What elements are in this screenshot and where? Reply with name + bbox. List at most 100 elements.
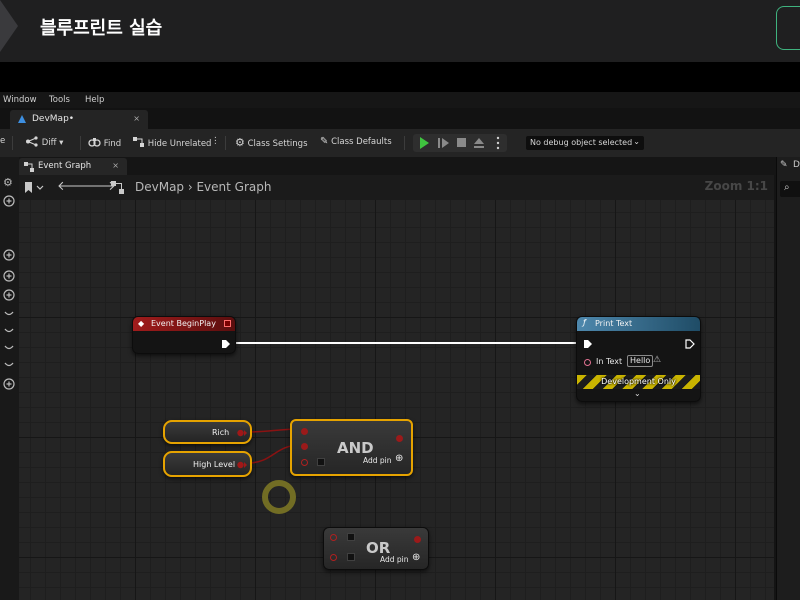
bool-out-pin[interactable]: [237, 461, 247, 469]
add-pin-label: Add pin: [363, 456, 392, 465]
chevron-down-icon: ⌄: [633, 137, 640, 146]
chevron-down-icon[interactable]: [3, 308, 15, 320]
node-header: ◆ Event BeginPlay: [133, 317, 235, 331]
function-icon: ƒ: [583, 318, 586, 327]
find-label: Find: [103, 139, 122, 149]
event-diamond-icon: ◆: [138, 319, 145, 328]
graph-tab-row: Event Graph ×: [0, 157, 800, 175]
event-graph-icon: [24, 162, 34, 172]
menu-help[interactable]: Help: [85, 95, 104, 105]
banner-title: 블루프린트 실습: [40, 18, 163, 39]
in-text-label: In Text: [596, 357, 623, 366]
hide-unrelated-icon: [133, 137, 144, 147]
or-input-checkbox[interactable]: [347, 553, 355, 561]
class-defaults-label: Class Defaults: [331, 137, 392, 147]
menu-bar: Window Tools Help: [0, 92, 800, 108]
node-title: Print Text: [595, 319, 633, 328]
development-only-stripe: Development Only: [577, 375, 700, 389]
tab-close-icon[interactable]: ×: [112, 161, 119, 170]
warning-icon: ⚠: [653, 355, 662, 365]
exec-in-pin[interactable]: [583, 339, 593, 349]
blueprint-toolbar: e Diff ▾ Find Hide Unrelated ⋮ ⚙ Class S…: [0, 129, 800, 157]
rich-variable-node[interactable]: Rich: [163, 420, 252, 444]
tab-close-icon[interactable]: ×: [133, 114, 140, 123]
search-icon: ⌕: [784, 182, 790, 193]
or-input-pin[interactable]: [330, 534, 337, 541]
settings-gear-icon[interactable]: ⚙: [3, 176, 13, 189]
menu-window[interactable]: Window: [3, 95, 37, 105]
more-options-icon[interactable]: ⋮: [211, 136, 220, 146]
debug-object-select[interactable]: No debug object selected ⌄: [526, 136, 644, 150]
variable-label: High Level: [193, 460, 236, 469]
toolbar-divider: [80, 136, 81, 150]
graph-canvas[interactable]: ◆ Event BeginPlay ƒ Print Text In Text H…: [19, 200, 774, 600]
toolbar-divider: [12, 136, 13, 150]
hide-unrelated-button[interactable]: Hide Unrelated: [132, 136, 211, 149]
play-icon[interactable]: [420, 137, 429, 149]
or-output-pin[interactable]: [414, 536, 421, 543]
chevron-down-icon[interactable]: [3, 325, 15, 337]
or-node[interactable]: OR Add pin ⊕: [323, 527, 429, 570]
event-beginplay-node[interactable]: ◆ Event BeginPlay: [132, 316, 236, 354]
details-search-input[interactable]: ⌕: [780, 181, 800, 197]
find-binoculars-icon: [88, 138, 101, 147]
blueprint-icon: [18, 115, 26, 123]
exec-out-pin[interactable]: [221, 339, 231, 349]
class-settings-button[interactable]: ⚙ Class Settings: [235, 136, 308, 149]
menu-tools[interactable]: Tools: [49, 95, 70, 105]
exec-out-pin[interactable]: [685, 339, 695, 349]
diff-icon: [26, 136, 38, 147]
add-pin-icon[interactable]: ⊕: [395, 453, 403, 464]
add-pin-icon[interactable]: ⊕: [412, 552, 420, 563]
add-circle-icon[interactable]: [3, 195, 15, 207]
stop-icon[interactable]: [457, 138, 466, 147]
chevron-down-icon[interactable]: [3, 359, 15, 371]
in-text-pin[interactable]: [584, 359, 591, 366]
node-title: Event BeginPlay: [151, 319, 216, 328]
frame-step-icon[interactable]: [438, 138, 449, 148]
play-options-icon[interactable]: [496, 136, 500, 150]
and-node[interactable]: AND Add pin ⊕: [290, 419, 413, 476]
cursor-highlight-ring: [262, 480, 296, 514]
class-defaults-button[interactable]: ✎ Class Defaults: [320, 136, 392, 147]
and-input-pin[interactable]: [301, 443, 308, 450]
toolbar-divider: [225, 136, 226, 150]
and-label: AND: [337, 439, 374, 457]
and-input-checkbox[interactable]: [317, 458, 325, 466]
details-panel: ✎ D ⌕: [776, 157, 800, 600]
tab-devmap[interactable]: DevMap• ×: [10, 110, 148, 129]
diff-label: Diff: [41, 138, 57, 148]
in-text-value-field[interactable]: Hello: [627, 355, 654, 367]
add-circle-icon[interactable]: [3, 378, 15, 390]
and-input-pin[interactable]: [301, 459, 308, 466]
add-circle-icon[interactable]: [3, 270, 15, 282]
diff-dropdown-icon: ▾: [59, 138, 64, 148]
hide-unrelated-label: Hide Unrelated: [147, 139, 212, 149]
diff-button[interactable]: Diff ▾: [25, 136, 63, 148]
delegate-pin-icon[interactable]: [224, 320, 231, 327]
tab-event-graph[interactable]: Event Graph ×: [19, 158, 127, 175]
eject-icon[interactable]: [474, 138, 484, 148]
banner-button[interactable]: [776, 6, 800, 50]
left-tool-rail: ⚙: [0, 157, 19, 600]
bookmark-icon[interactable]: [23, 181, 55, 195]
class-settings-label: Class Settings: [247, 139, 308, 149]
add-circle-icon[interactable]: [3, 289, 15, 301]
and-output-pin[interactable]: [396, 435, 403, 442]
zoom-level: Zoom 1:1: [704, 179, 768, 193]
find-button[interactable]: Find: [88, 136, 121, 149]
add-circle-icon[interactable]: [3, 249, 15, 261]
and-input-pin[interactable]: [301, 428, 308, 435]
print-text-node[interactable]: ƒ Print Text In Text Hello ⚠ Development…: [576, 316, 701, 402]
or-input-pin[interactable]: [330, 554, 337, 561]
banner-chevron-icon: [0, 0, 18, 52]
graph-header: 🡐 🡒 DevMap › Event Graph Zoom 1:1: [19, 175, 774, 200]
breadcrumb[interactable]: DevMap › Event Graph: [135, 180, 271, 194]
or-input-checkbox[interactable]: [347, 533, 355, 541]
expand-chevron-icon[interactable]: ⌄: [634, 389, 641, 398]
variable-label: Rich: [212, 428, 230, 437]
graph-breadcrumb-icon: [111, 181, 124, 194]
bool-out-pin[interactable]: [237, 429, 247, 437]
high-level-variable-node[interactable]: High Level: [163, 451, 252, 477]
chevron-down-icon[interactable]: [3, 342, 15, 354]
